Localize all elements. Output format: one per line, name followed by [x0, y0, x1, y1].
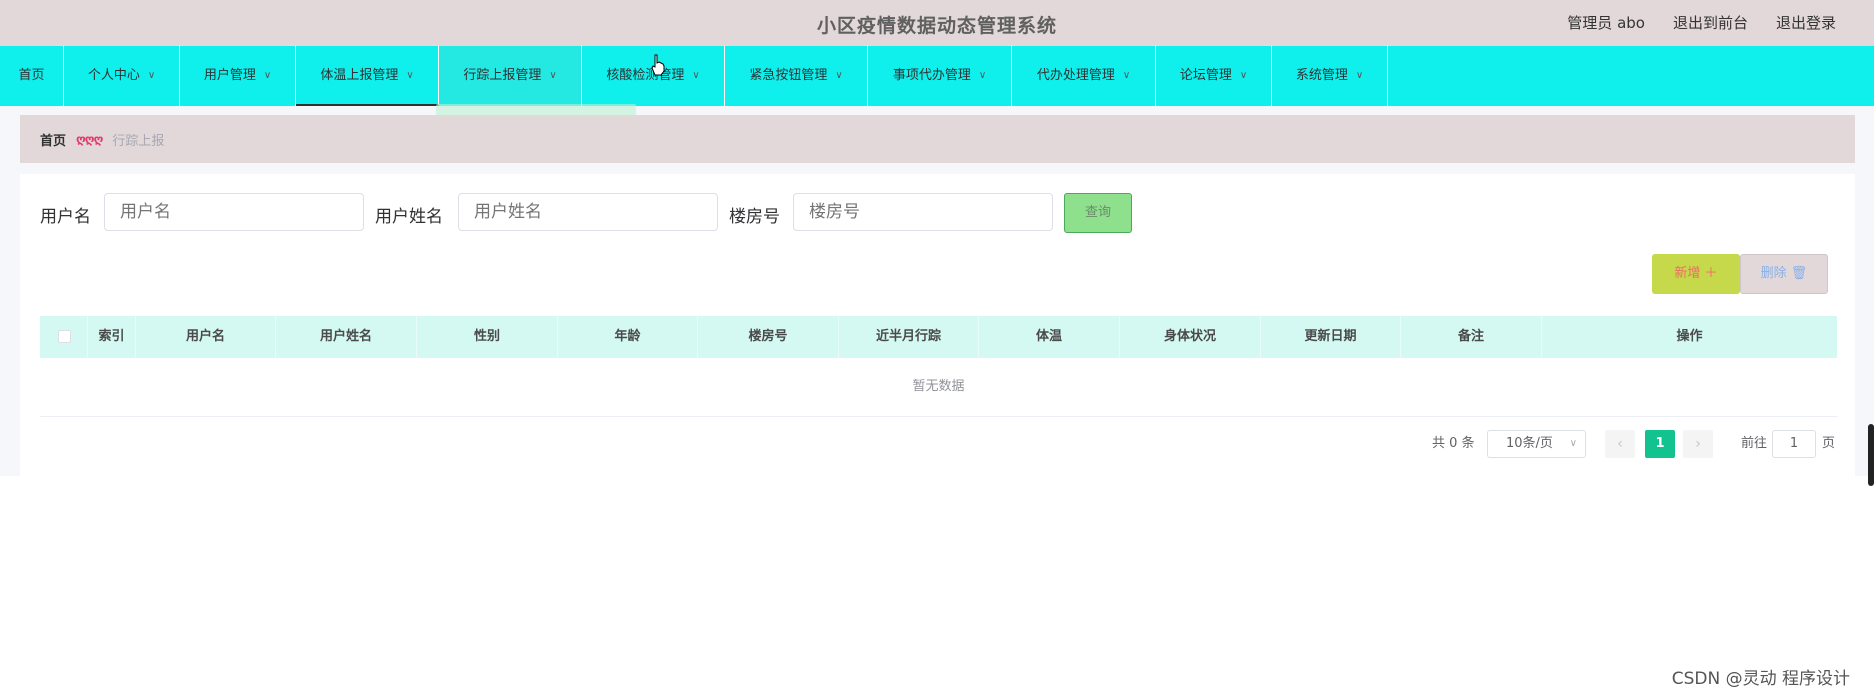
- col-username: 用户名: [136, 316, 276, 358]
- logout-link[interactable]: 退出登录: [1776, 12, 1836, 33]
- goto-prefix: 前往: [1741, 436, 1768, 451]
- nav-trace-report[interactable]: 行踪上报管理 ∨: [439, 46, 582, 106]
- chevron-down-icon: ∨: [978, 70, 987, 81]
- username-label: 用户名: [40, 207, 91, 227]
- nav-label: 行踪上报管理: [463, 68, 542, 83]
- page-size-value: 10条/页: [1506, 436, 1553, 451]
- back-to-frontend-link[interactable]: 退出到前台: [1673, 12, 1748, 33]
- goto-suffix: 页: [1822, 436, 1836, 451]
- add-button[interactable]: 新增 ＋: [1652, 254, 1740, 294]
- breadcrumb-separator: ღღღ: [76, 132, 103, 146]
- col-trace: 近半月行踪: [839, 316, 979, 358]
- col-building: 楼房号: [698, 316, 839, 358]
- breadcrumb: 首页 ღღღ 行踪上报: [20, 115, 1855, 163]
- table-header: 索引 用户名 用户姓名 性别 年龄 楼房号 近半月行踪 体温 身体状况 更新日期…: [40, 316, 1837, 358]
- nav-label: 论坛管理: [1179, 68, 1232, 83]
- col-gender: 性别: [417, 316, 558, 358]
- chevron-down-icon: ∨: [263, 70, 272, 81]
- building-input[interactable]: [793, 193, 1053, 231]
- page-size-select[interactable]: 10条/页 ∨: [1487, 430, 1586, 458]
- prev-page-button[interactable]: ‹: [1605, 430, 1635, 458]
- nav-todo-items[interactable]: 事项代办管理 ∨: [868, 46, 1012, 106]
- page-number-current[interactable]: 1: [1645, 430, 1675, 458]
- col-updated: 更新日期: [1261, 316, 1401, 358]
- nav-label: 紧急按钮管理: [749, 68, 828, 83]
- delete-button[interactable]: 删除 🗑: [1740, 254, 1828, 294]
- col-fullname: 用户姓名: [276, 316, 417, 358]
- nav-label: 系统管理: [1295, 68, 1348, 83]
- nav-label: 个人中心: [87, 68, 140, 83]
- chevron-down-icon: ∨: [692, 70, 700, 81]
- col-age: 年龄: [558, 316, 698, 358]
- col-remark: 备注: [1401, 316, 1542, 358]
- hand-cursor-icon: [651, 54, 665, 76]
- chevron-down-icon: ∨: [549, 70, 557, 81]
- next-page-button[interactable]: ›: [1683, 430, 1713, 458]
- col-temperature: 体温: [979, 316, 1120, 358]
- nav-label: 首页: [18, 68, 45, 83]
- username-input[interactable]: [104, 193, 364, 231]
- nav-emergency-button[interactable]: 紧急按钮管理 ∨: [725, 46, 868, 106]
- admin-user-link[interactable]: 管理员 abo: [1567, 12, 1645, 33]
- chevron-down-icon: ∨: [406, 70, 414, 81]
- chevron-down-icon: ∨: [1355, 70, 1364, 81]
- nav-todo-handling[interactable]: 代办处理管理 ∨: [1012, 46, 1156, 106]
- query-button[interactable]: 查询: [1064, 193, 1132, 233]
- select-all-cell: [40, 316, 88, 358]
- building-label: 楼房号: [729, 207, 780, 227]
- chevron-right-icon: ›: [1695, 436, 1701, 452]
- header-links: 管理员 abo 退出到前台 退出登录: [1567, 12, 1836, 33]
- chevron-down-icon: ∨: [835, 70, 843, 81]
- nav-personal-center[interactable]: 个人中心 ∨: [64, 46, 180, 106]
- table-empty-row: 暂无数据: [40, 358, 1837, 417]
- fullname-input[interactable]: [458, 193, 718, 231]
- nav-label: 核酸检测管理: [606, 68, 685, 83]
- col-health: 身体状况: [1120, 316, 1261, 358]
- top-header: 小区疫情数据动态管理系统 管理员 abo 退出到前台 退出登录: [0, 0, 1874, 46]
- breadcrumb-home[interactable]: 首页: [40, 130, 66, 149]
- watermark: CSDN @灵动 程序设计: [1671, 669, 1850, 689]
- chevron-down-icon: ∨: [1239, 70, 1248, 81]
- nav-label: 代办处理管理: [1036, 68, 1115, 83]
- nav-forum[interactable]: 论坛管理 ∨: [1156, 46, 1272, 106]
- goto-page-input[interactable]: 1: [1772, 430, 1816, 458]
- nav-system[interactable]: 系统管理 ∨: [1272, 46, 1388, 106]
- chevron-down-icon: ∨: [147, 70, 156, 81]
- scrollbar-thumb[interactable]: [1868, 424, 1874, 486]
- nav-home[interactable]: 首页: [0, 46, 64, 106]
- nav-label: 体温上报管理: [320, 68, 399, 83]
- select-all-checkbox[interactable]: [58, 330, 71, 343]
- nav-user-management[interactable]: 用户管理 ∨: [180, 46, 296, 106]
- chevron-left-icon: ‹: [1617, 436, 1623, 452]
- fullname-label: 用户姓名: [375, 207, 443, 227]
- pagination-total: 共 0 条: [1432, 436, 1475, 451]
- col-actions: 操作: [1676, 329, 1703, 344]
- col-index: 索引: [88, 316, 136, 358]
- nav-label: 事项代办管理: [892, 68, 971, 83]
- nav-label: 用户管理: [203, 68, 256, 83]
- nav-temperature-report[interactable]: 体温上报管理 ∨: [296, 46, 439, 106]
- chevron-down-icon: ∨: [1122, 70, 1131, 81]
- chevron-down-icon: ∨: [1569, 438, 1577, 449]
- breadcrumb-current: 行踪上报: [112, 133, 165, 149]
- main-navbar: 首页 个人中心 ∨ 用户管理 ∨ 体温上报管理 ∨ 行踪上报管理 ∨ 核酸检测管理 ∨ 紧…: [0, 46, 1874, 106]
